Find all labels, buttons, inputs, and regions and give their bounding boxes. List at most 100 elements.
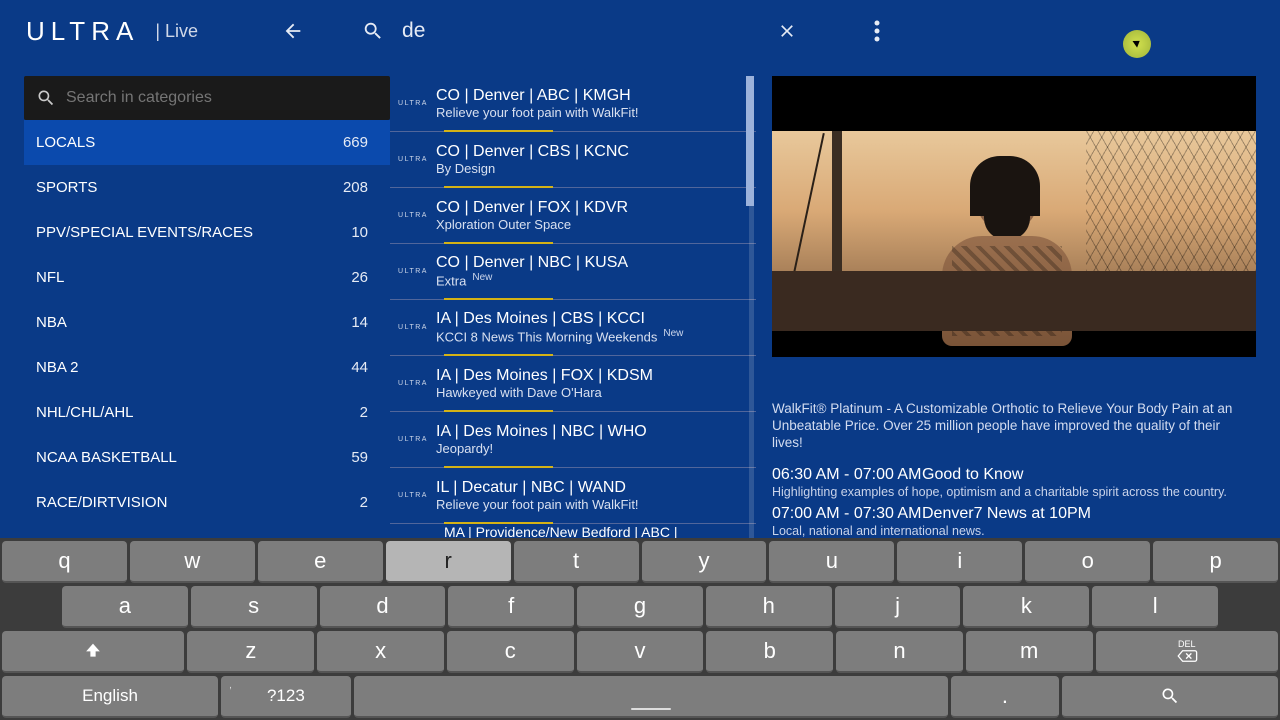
key-c[interactable]: c (447, 631, 574, 673)
key-language[interactable]: English (2, 676, 218, 718)
key-i[interactable]: i (897, 541, 1022, 583)
channel-title: CO | Denver | NBC | KUSA (436, 254, 750, 272)
backspace-icon (1176, 649, 1198, 663)
video-preview[interactable] (772, 76, 1256, 357)
category-name: LOCALS (36, 134, 95, 151)
channel-item[interactable]: ULTRACO | Denver | NBC | KUSAExtraNew (390, 244, 756, 300)
search-icon (36, 88, 56, 108)
category-item[interactable]: SPORTS 208 (24, 165, 390, 210)
channel-logo: ULTRA (390, 132, 436, 187)
channel-program: Hawkeyed with Dave O'Hara (436, 385, 750, 400)
category-search-input[interactable] (66, 89, 378, 107)
schedule-title: Denver7 News at 10PM (922, 505, 1091, 522)
key-s[interactable]: s (191, 586, 317, 628)
channel-title: IA | Des Moines | FOX | KDSM (436, 367, 750, 385)
key-delete[interactable]: DEL (1096, 631, 1278, 673)
key-z[interactable]: z (187, 631, 314, 673)
schedule-time: 07:00 AM - 07:30 AM (772, 505, 922, 523)
key-period[interactable]: . (951, 676, 1059, 718)
key-g[interactable]: g (577, 586, 703, 628)
key-y[interactable]: y (642, 541, 767, 583)
channel-logo: ULTRA (390, 468, 436, 523)
key-b[interactable]: b (706, 631, 833, 673)
key-l[interactable]: l (1092, 586, 1218, 628)
category-item[interactable]: NCAA BASKETBALL59 (24, 435, 390, 480)
category-item[interactable]: NBA14 (24, 300, 390, 345)
key-m[interactable]: m (966, 631, 1093, 673)
channel-logo: ULTRA (390, 188, 436, 243)
channel-item[interactable]: ULTRACO | Denver | CBS | KCNCBy Design (390, 132, 756, 188)
channel-logo: ULTRA (390, 76, 436, 131)
key-r[interactable]: r (386, 541, 511, 583)
on-screen-keyboard: qwertyuiop asdfghjkl zxcvbnmDEL English,… (0, 538, 1280, 720)
channel-title: IA | Des Moines | NBC | WHO (436, 423, 750, 441)
channel-item[interactable]: ULTRAIL | Decatur | NBC | WANDRelieve yo… (390, 468, 756, 524)
channel-item[interactable]: ULTRAIA | Des Moines | FOX | KDSMHawkeye… (390, 356, 756, 412)
more-menu-button[interactable] (862, 16, 892, 46)
kebab-icon (874, 19, 880, 43)
key-o[interactable]: o (1025, 541, 1150, 583)
key-w[interactable]: w (130, 541, 255, 583)
category-search[interactable] (24, 76, 390, 120)
category-count: 26 (351, 269, 368, 286)
category-name: NFL (36, 269, 64, 286)
channel-item[interactable]: ULTRAIA | Des Moines | CBS | KCCIKCCI 8 … (390, 300, 756, 356)
key-a[interactable]: a (62, 586, 188, 628)
channel-logo: ULTRA (390, 300, 436, 355)
key-j[interactable]: j (835, 586, 961, 628)
category-item[interactable]: PPV/SPECIAL EVENTS/RACES 10 (24, 210, 390, 255)
channel-title: CO | Denver | FOX | KDVR (436, 199, 750, 217)
channel-item[interactable]: ULTRACO | Denver | ABC | KMGHRelieve you… (390, 76, 756, 132)
channel-program: Jeopardy! (436, 441, 750, 456)
schedule-row: 06:30 AM - 07:00 AMGood to KnowHighlight… (772, 466, 1242, 499)
category-item[interactable]: NFL 26 (24, 255, 390, 300)
key-space[interactable] (354, 676, 948, 718)
category-count: 208 (343, 179, 368, 196)
key-symbols[interactable]: ,?123 (221, 676, 351, 718)
scrollbar-thumb[interactable] (746, 76, 754, 206)
channel-logo: ULTRA (390, 412, 436, 467)
category-item[interactable]: NHL/CHL/AHL2 (24, 390, 390, 435)
back-button[interactable] (278, 16, 308, 46)
key-shift[interactable] (2, 631, 184, 673)
key-t[interactable]: t (514, 541, 639, 583)
key-x[interactable]: x (317, 631, 444, 673)
key-n[interactable]: n (836, 631, 963, 673)
category-name: RACE/DIRTVISION (36, 494, 167, 511)
app-logo: ULTRA (26, 16, 139, 47)
key-k[interactable]: k (963, 586, 1089, 628)
new-badge: New (472, 272, 492, 283)
channel-item-partial[interactable]: MA | Providence/New Bedford | ABC | (390, 524, 756, 538)
key-search[interactable] (1062, 676, 1278, 718)
channel-item[interactable]: ULTRACO | Denver | FOX | KDVRXploration … (390, 188, 756, 244)
key-e[interactable]: e (258, 541, 383, 583)
category-name: NBA 2 (36, 359, 79, 376)
channel-program: KCCI 8 News This Morning WeekendsNew (436, 328, 750, 344)
category-count: 10 (351, 224, 368, 241)
category-item[interactable]: LOCALS669 (24, 120, 390, 165)
channel-item[interactable]: ULTRAIA | Des Moines | NBC | WHOJeopardy… (390, 412, 756, 468)
content-area: LOCALS669 SPORTS 208 PPV/SPECIAL EVENTS/RAC… (0, 62, 1280, 538)
category-name: SPORTS (36, 179, 97, 196)
schedule-row: 07:00 AM - 07:30 AMDenver7 News at 10PM L… (772, 505, 1242, 538)
key-u[interactable]: u (769, 541, 894, 583)
key-d[interactable]: d (320, 586, 446, 628)
category-item[interactable]: NBA 244 (24, 345, 390, 390)
schedule-desc: Local, national and international news. (772, 524, 1242, 538)
category-item[interactable]: RACE/DIRTVISION2 (24, 480, 390, 525)
category-name: PPV/SPECIAL EVENTS/RACES (36, 224, 253, 241)
channel-program: Xploration Outer Space (436, 217, 750, 232)
close-icon (777, 21, 797, 41)
channel-list: ULTRACO | Denver | ABC | KMGHRelieve you… (390, 76, 756, 538)
key-f[interactable]: f (448, 586, 574, 628)
key-h[interactable]: h (706, 586, 832, 628)
key-v[interactable]: v (577, 631, 704, 673)
clear-search-button[interactable] (772, 16, 802, 46)
key-p[interactable]: p (1153, 541, 1278, 583)
scrollbar-track[interactable] (749, 76, 754, 538)
program-description: WalkFit® Platinum - A Customizable Ortho… (772, 401, 1242, 452)
video-frame (772, 131, 1256, 331)
preview-column: WalkFit® Platinum - A Customizable Ortho… (756, 76, 1256, 538)
search-input[interactable] (402, 19, 602, 43)
key-q[interactable]: q (2, 541, 127, 583)
